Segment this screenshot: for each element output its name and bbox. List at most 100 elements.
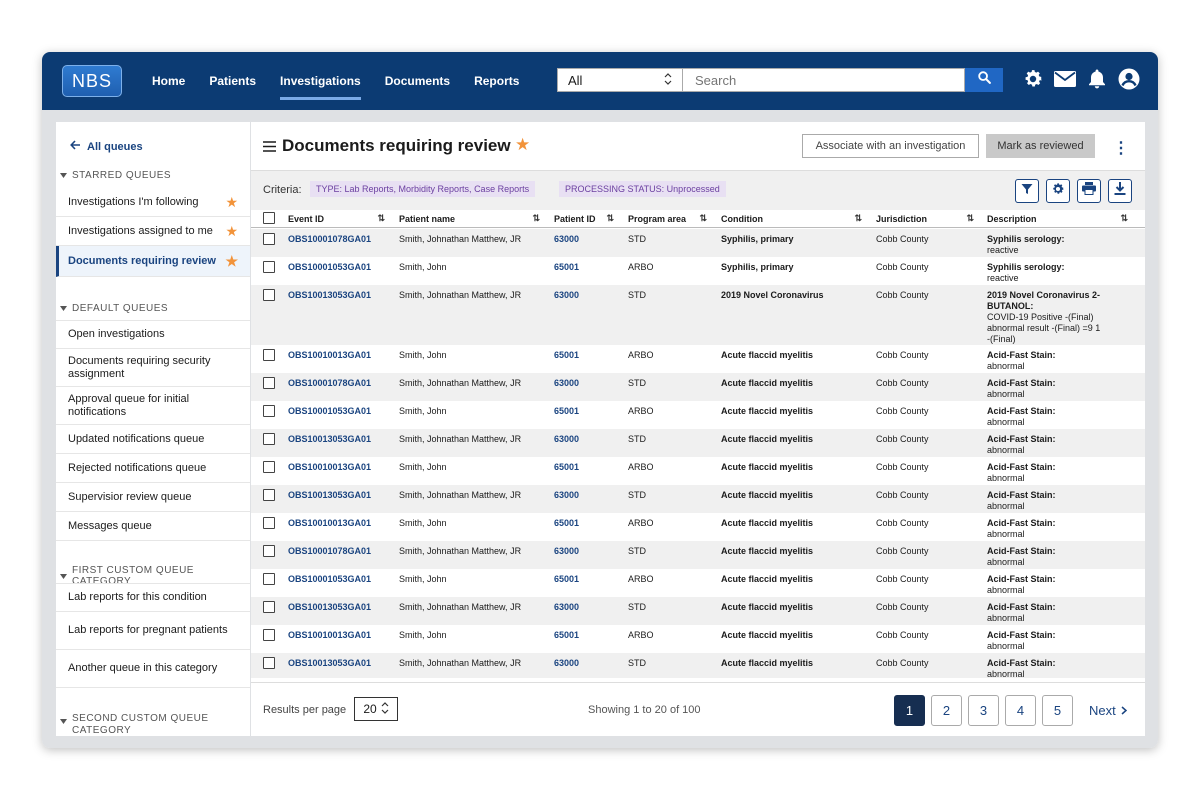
user-icon[interactable]	[1118, 68, 1140, 90]
search-button[interactable]	[965, 68, 1003, 92]
sidebar-item-updated-notifications[interactable]: Updated notifications queue	[56, 425, 250, 454]
filter-button[interactable]	[1015, 179, 1039, 203]
event-id-link[interactable]: OBS10010013GA01	[288, 630, 371, 641]
event-id-link[interactable]: OBS10013053GA01	[288, 602, 371, 613]
nav-investigations[interactable]: Investigations	[268, 52, 373, 110]
event-id-link[interactable]: OBS10001053GA01	[288, 262, 371, 273]
settings-button[interactable]	[1046, 179, 1070, 203]
event-id-link[interactable]: OBS10010013GA01	[288, 518, 371, 529]
event-id-link[interactable]: OBS10013053GA01	[288, 658, 371, 669]
print-button[interactable]	[1077, 179, 1101, 203]
sidebar-item-messages[interactable]: Messages queue	[56, 512, 250, 541]
col-program-area[interactable]: Program area ⇅	[628, 213, 707, 224]
sidebar-item-supervisor-review[interactable]: Supervisior review queue	[56, 483, 250, 512]
patient-id-link[interactable]: 63000	[554, 490, 579, 501]
associate-investigation-button[interactable]: Associate with an investigation	[802, 134, 979, 158]
patient-id-link[interactable]: 65001	[554, 262, 579, 273]
patient-id-link[interactable]: 65001	[554, 350, 579, 361]
table-row[interactable]: OBS10010013GA01 Smith, John 65001 ARBO Acute…	[251, 457, 1145, 485]
event-id-link[interactable]: OBS10001053GA01	[288, 574, 371, 585]
patient-id-link[interactable]: 63000	[554, 658, 579, 669]
event-id-link[interactable]: OBS10013053GA01	[288, 490, 371, 501]
col-event-id[interactable]: Event ID ⇅	[288, 213, 385, 224]
sidebar-item-assigned[interactable]: Investigations assigned to me ★	[56, 217, 250, 246]
page-button-1[interactable]: 1	[894, 695, 925, 726]
sidebar-item-open-investigations[interactable]: Open investigations	[56, 320, 250, 349]
table-row[interactable]: OBS10013053GA01 Smith, Johnathan Matthew,…	[251, 285, 1145, 345]
results-per-page-select[interactable]: 20	[354, 697, 398, 721]
star-icon[interactable]: ★	[225, 195, 238, 209]
table-row[interactable]: OBS10010013GA01 Smith, John 65001 ARBO Acute…	[251, 513, 1145, 541]
row-checkbox[interactable]	[263, 489, 275, 501]
table-row[interactable]: OBS10001053GA01 Smith, John 65001 ARBO Acute…	[251, 569, 1145, 597]
patient-id-link[interactable]: 65001	[554, 462, 579, 473]
sidebar-item-documents-review[interactable]: Documents requiring review ★	[56, 246, 250, 277]
select-all-checkbox[interactable]	[263, 212, 275, 224]
row-checkbox[interactable]	[263, 461, 275, 473]
table-row[interactable]: OBS10001053GA01 Smith, John 65001 ARBO Syphi…	[251, 257, 1145, 285]
next-page-link[interactable]: Next	[1089, 703, 1127, 718]
patient-id-link[interactable]: 63000	[554, 546, 579, 557]
sidebar-item-rejected-notifications[interactable]: Rejected notifications queue	[56, 454, 250, 483]
event-id-link[interactable]: OBS10013053GA01	[288, 434, 371, 445]
patient-id-link[interactable]: 63000	[554, 378, 579, 389]
page-button-4[interactable]: 4	[1005, 695, 1036, 726]
row-checkbox[interactable]	[263, 545, 275, 557]
col-jurisdiction[interactable]: Jurisdiction ⇅	[876, 213, 974, 224]
row-checkbox[interactable]	[263, 573, 275, 585]
event-id-link[interactable]: OBS10001078GA01	[288, 378, 371, 389]
page-button-5[interactable]: 5	[1042, 695, 1073, 726]
page-button-3[interactable]: 3	[968, 695, 999, 726]
bell-icon[interactable]	[1086, 68, 1108, 90]
mark-reviewed-button[interactable]: Mark as reviewed	[986, 134, 1095, 158]
row-checkbox[interactable]	[263, 233, 275, 245]
row-checkbox[interactable]	[263, 433, 275, 445]
criteria-chip-status[interactable]: PROCESSING STATUS: Unprocessed	[559, 181, 726, 197]
patient-id-link[interactable]: 63000	[554, 290, 579, 301]
patient-id-link[interactable]: 65001	[554, 406, 579, 417]
event-id-link[interactable]: OBS10010013GA01	[288, 462, 371, 473]
table-row[interactable]: OBS10001053GA01 Smith, John 65001 ARBO Acute…	[251, 401, 1145, 429]
row-checkbox[interactable]	[263, 517, 275, 529]
section-starred[interactable]: STARRED QUEUES	[60, 170, 171, 181]
row-checkbox[interactable]	[263, 349, 275, 361]
event-id-link[interactable]: OBS10010013GA01	[288, 350, 371, 361]
patient-id-link[interactable]: 63000	[554, 602, 579, 613]
gear-icon[interactable]	[1022, 68, 1044, 90]
table-row[interactable]: OBS10010013GA01 Smith, John 65001 ARBO Acute…	[251, 345, 1145, 373]
sidebar-item-lab-pregnant[interactable]: Lab reports for pregnant patients	[56, 612, 250, 650]
hamburger-icon[interactable]	[263, 139, 276, 157]
event-id-link[interactable]: OBS10001078GA01	[288, 234, 371, 245]
mail-icon[interactable]	[1054, 68, 1076, 90]
nbs-logo[interactable]: NBS	[62, 65, 122, 97]
row-checkbox[interactable]	[263, 261, 275, 273]
sidebar-item-following[interactable]: Investigations I'm following ★	[56, 188, 250, 217]
patient-id-link[interactable]: 63000	[554, 434, 579, 445]
row-checkbox[interactable]	[263, 657, 275, 669]
star-icon[interactable]: ★	[225, 254, 238, 268]
event-id-link[interactable]: OBS10001078GA01	[288, 546, 371, 557]
table-row[interactable]: OBS10001078GA01 Smith, Johnathan Matthew,…	[251, 229, 1145, 257]
row-checkbox[interactable]	[263, 289, 275, 301]
criteria-chip-type[interactable]: TYPE: Lab Reports, Morbidity Reports, Ca…	[310, 181, 536, 197]
col-patient-id[interactable]: Patient ID ⇅	[554, 213, 614, 224]
patient-id-link[interactable]: 63000	[554, 234, 579, 245]
nav-patients[interactable]: Patients	[197, 52, 268, 110]
star-icon[interactable]: ★	[225, 224, 238, 238]
sidebar-item-approval-queue[interactable]: Approval queue for initial notifications	[56, 387, 250, 425]
row-checkbox[interactable]	[263, 405, 275, 417]
section-default[interactable]: DEFAULT QUEUES	[60, 303, 168, 314]
search-scope-select[interactable]: All	[557, 68, 683, 92]
row-checkbox[interactable]	[263, 377, 275, 389]
row-checkbox[interactable]	[263, 601, 275, 613]
col-description[interactable]: Description ⇅	[987, 213, 1128, 224]
more-vertical-icon[interactable]: ⋮	[1113, 138, 1129, 158]
col-patient-name[interactable]: Patient name ⇅	[399, 213, 540, 224]
table-row[interactable]: OBS10013053GA01 Smith, Johnathan Matthew,…	[251, 597, 1145, 625]
table-row[interactable]: OBS10013053GA01 Smith, Johnathan Matthew,…	[251, 653, 1145, 678]
nav-reports[interactable]: Reports	[462, 52, 531, 110]
table-row[interactable]: OBS10013053GA01 Smith, Johnathan Matthew,…	[251, 429, 1145, 457]
search-input[interactable]	[683, 68, 965, 92]
section-second-custom[interactable]: SECOND CUSTOM QUEUE CATEGORY	[60, 713, 230, 736]
sidebar-item-lab-condition[interactable]: Lab reports for this condition	[56, 583, 250, 612]
